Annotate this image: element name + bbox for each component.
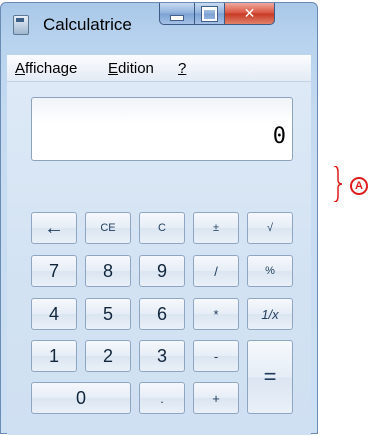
subtract-button[interactable]: - (193, 340, 239, 372)
reciprocal-button[interactable]: 1/x (247, 298, 293, 330)
digit-2-button[interactable]: 2 (85, 340, 131, 372)
digit-6-button[interactable]: 6 (139, 298, 185, 330)
window-controls: ✕ (159, 3, 275, 28)
digit-4-button[interactable]: 4 (31, 298, 77, 330)
digit-9-button[interactable]: 9 (139, 255, 185, 287)
calculator-display: 0 (31, 97, 293, 161)
digit-3-button[interactable]: 3 (139, 340, 185, 372)
divide-button[interactable]: / (193, 255, 239, 287)
calculator-app-icon (13, 15, 29, 35)
clear-entry-button[interactable]: CE (85, 212, 131, 244)
annotation-marker: A (350, 177, 368, 195)
digit-7-button[interactable]: 7 (31, 255, 77, 287)
backspace-icon: ← (44, 216, 64, 239)
digit-5-button[interactable]: 5 (85, 298, 131, 330)
decimal-button[interactable]: . (139, 382, 185, 414)
menu-affichage[interactable]: Affichage (15, 60, 77, 77)
negate-button[interactable]: ± (193, 212, 239, 244)
menu-help[interactable]: ? (178, 60, 186, 77)
annotation-brace (334, 166, 342, 202)
multiply-button[interactable]: * (193, 298, 239, 330)
menu-bar: Affichage Edition ? (7, 55, 311, 82)
square-root-button[interactable]: √ (247, 212, 293, 244)
digit-8-button[interactable]: 8 (85, 255, 131, 287)
digit-0-button[interactable]: 0 (31, 382, 131, 414)
maximize-button[interactable] (195, 3, 225, 25)
close-button[interactable]: ✕ (225, 3, 275, 25)
minimize-button[interactable] (159, 3, 195, 25)
equals-button[interactable]: = (247, 340, 293, 414)
window-title: Calculatrice (43, 15, 132, 34)
title-bar[interactable]: Calculatrice ✕ (1, 3, 317, 45)
backspace-button[interactable]: ← (31, 212, 77, 244)
percent-button[interactable]: % (247, 255, 293, 287)
maximize-icon (202, 6, 217, 21)
clear-button[interactable]: C (139, 212, 185, 244)
close-icon: ✕ (243, 5, 256, 22)
display-value: 0 (272, 124, 286, 149)
minimize-icon (170, 14, 184, 21)
menu-edition[interactable]: Edition (108, 60, 154, 77)
add-button[interactable]: + (193, 382, 239, 414)
digit-1-button[interactable]: 1 (31, 340, 77, 372)
